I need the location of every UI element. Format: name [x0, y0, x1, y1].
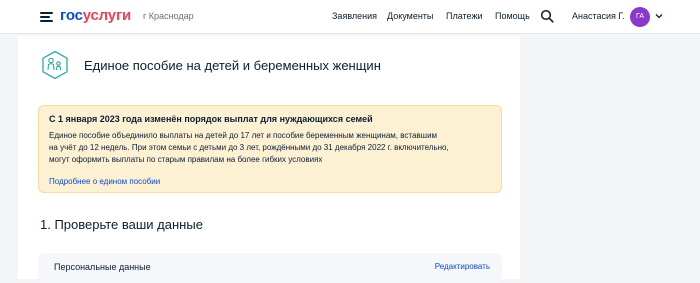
notice-line: на учёт до 12 недель. При этом семьи с д…: [49, 143, 449, 152]
search-icon[interactable]: [540, 9, 554, 23]
top-header: госуслуги г Краснодар Заявления Документ…: [0, 0, 700, 34]
notice-title: С 1 января 2023 года изменён порядок вып…: [49, 114, 373, 124]
info-notice: С 1 января 2023 года изменён порядок вып…: [38, 105, 502, 193]
chevron-down-icon[interactable]: [655, 13, 663, 19]
user-name[interactable]: Анастасия Г.: [572, 11, 625, 21]
logo-text-gos: гос: [60, 7, 83, 24]
nav-payments[interactable]: Платежи: [446, 11, 483, 21]
avatar[interactable]: ГА: [630, 7, 650, 27]
family-icon: [42, 50, 68, 80]
logo-text-uslugi: услуги: [82, 7, 132, 24]
edit-link[interactable]: Редактировать: [435, 262, 490, 271]
more-info-link[interactable]: Подробнее о едином пособии: [49, 177, 160, 186]
personal-data-title: Персональные данные: [54, 262, 151, 272]
service-form-card: Единое пособие на детей и беременных жен…: [18, 36, 520, 283]
nav-documents[interactable]: Документы: [387, 11, 433, 21]
nav-applications[interactable]: Заявления: [332, 11, 377, 21]
section-title: 1. Проверьте ваши данные: [40, 217, 203, 232]
menu-icon[interactable]: [40, 12, 53, 22]
gosuslugi-logo[interactable]: госуслуги: [60, 7, 131, 24]
notice-line: Единое пособие объединило выплаты на дет…: [49, 131, 438, 140]
page-title: Единое пособие на детей и беременных жен…: [84, 58, 381, 73]
city-selector[interactable]: г Краснодар: [143, 11, 194, 21]
notice-line: могут оформить выплаты по старым правила…: [49, 155, 323, 164]
notice-text: Единое пособие объединило выплаты на дет…: [49, 130, 489, 166]
nav-help[interactable]: Помощь: [495, 11, 530, 21]
